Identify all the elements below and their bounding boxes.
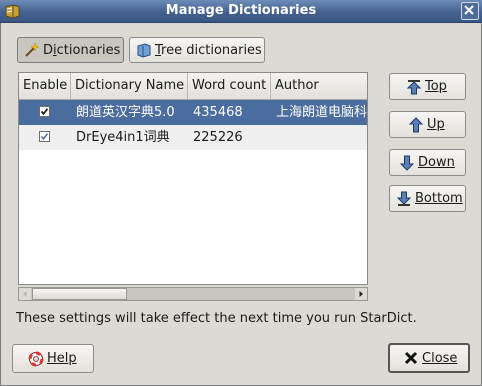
- move-up-label: Up: [427, 117, 445, 132]
- move-down-button[interactable]: Down: [389, 149, 466, 176]
- move-top-button[interactable]: Top: [389, 73, 466, 100]
- arrow-right-icon: [359, 291, 363, 297]
- help-button[interactable]: Help: [12, 344, 94, 373]
- move-down-label: Down: [418, 155, 455, 170]
- goto-top-icon: [406, 79, 422, 94]
- goto-bottom-icon: [396, 191, 412, 206]
- dictionaries-tab-label: Dictionaries: [43, 42, 121, 58]
- move-up-button[interactable]: Up: [389, 111, 466, 138]
- scroll-thumb[interactable]: [32, 288, 127, 300]
- scroll-right-button[interactable]: [355, 288, 367, 300]
- table-row[interactable]: DrEye4in1词典 225226: [19, 125, 367, 150]
- tree-dictionaries-tab-button[interactable]: Tree dictionaries: [129, 37, 265, 63]
- arrow-up-icon: [408, 116, 424, 132]
- move-bottom-button[interactable]: Bottom: [389, 185, 466, 212]
- table-row[interactable]: 朗道英汉字典5.0 435468 上海朗道电脑科: [19, 100, 367, 125]
- move-bottom-label: Bottom: [415, 191, 463, 206]
- dictionary-list[interactable]: Enable Dictionary Name Word count Author…: [18, 72, 368, 285]
- scroll-left-button[interactable]: [19, 288, 31, 300]
- book-icon: [137, 43, 151, 58]
- title-bar[interactable]: Manage Dictionaries: [0, 0, 482, 23]
- enable-checkbox[interactable]: [39, 106, 50, 117]
- word-count: 435468: [193, 105, 243, 120]
- arrow-left-icon: [23, 291, 27, 297]
- help-label: Help: [47, 351, 77, 366]
- enable-checkbox[interactable]: [39, 131, 50, 142]
- settings-notice: These settings will take effect the next…: [16, 311, 417, 326]
- word-count: 225226: [193, 130, 243, 145]
- checkmark-icon: [40, 108, 49, 116]
- column-header-word-count[interactable]: Word count: [188, 73, 271, 99]
- close-icon: [464, 5, 474, 15]
- author: 上海朗道电脑科: [276, 105, 368, 120]
- dictionaries-tab-button[interactable]: Dictionaries: [17, 37, 124, 63]
- close-label: Close: [422, 350, 458, 366]
- close-x-icon: [404, 351, 418, 365]
- horizontal-scrollbar[interactable]: [18, 287, 368, 301]
- checkmark-icon: [40, 133, 49, 140]
- column-header-author[interactable]: Author: [271, 73, 367, 99]
- column-header-name[interactable]: Dictionary Name: [71, 73, 188, 99]
- window-title: Manage Dictionaries: [165, 3, 317, 18]
- arrow-down-icon: [399, 155, 415, 171]
- window-close-button[interactable]: [461, 2, 479, 20]
- dictionary-name: 朗道英汉字典5.0: [76, 105, 175, 120]
- close-button[interactable]: Close: [388, 343, 470, 373]
- author: [271, 125, 367, 150]
- wand-icon: [25, 42, 40, 57]
- dictionary-name: DrEye4in1词典: [76, 130, 170, 145]
- lifebuoy-icon: [28, 351, 44, 366]
- tree-dictionaries-tab-label: Tree dictionaries: [155, 42, 262, 58]
- column-header-enable[interactable]: Enable: [19, 73, 71, 99]
- table-header: Enable Dictionary Name Word count Author: [19, 73, 367, 100]
- move-top-label: Top: [425, 79, 447, 94]
